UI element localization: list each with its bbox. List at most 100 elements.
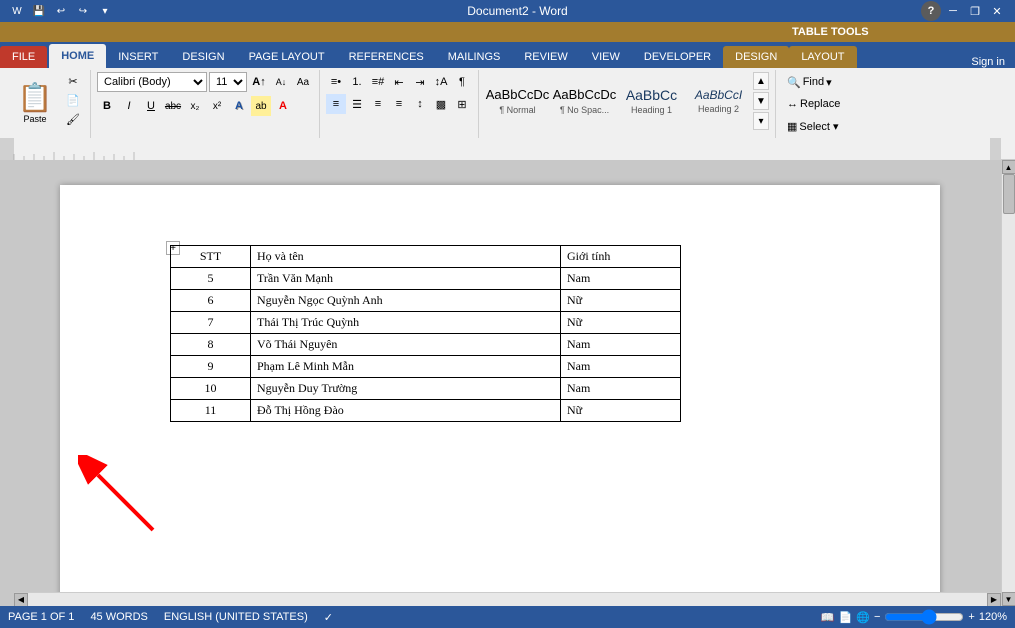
subscript-button[interactable]: x₂ [185,96,205,116]
tab-references[interactable]: REFERENCES [337,46,436,68]
show-formatting-button[interactable]: ¶ [452,72,472,92]
styles-expand[interactable]: ▾ [753,112,769,130]
scrollbar-track-v[interactable] [1002,174,1015,592]
zoom-level[interactable]: 120% [979,611,1007,623]
table-cell: Nữ [561,312,681,334]
paste-button[interactable]: 📋 Paste [10,72,60,132]
table-cell: Nam [561,378,681,400]
cut-button[interactable]: ✂ [62,72,84,90]
table-cell: 9 [171,356,251,378]
tab-table-design[interactable]: DESIGN [723,46,789,68]
format-painter-button[interactable]: 🖌 [62,110,84,128]
clear-formatting-button[interactable]: Aa [293,72,313,92]
tab-table-layout[interactable]: LAYOUT [789,46,856,68]
find-button[interactable]: 🔍 Find ▾ [782,72,837,92]
quick-access-more-icon[interactable]: ▾ [96,2,114,20]
style-heading1[interactable]: AaBbCc Heading 1 [619,72,684,130]
header-stt: STT [171,246,251,268]
zoom-slider-input[interactable] [884,609,964,625]
select-button[interactable]: ▦ Select ▾ [782,116,844,136]
zoom-out-button[interactable]: − [874,611,880,623]
align-center-button[interactable]: ☰ [347,94,367,114]
styles-scroll-down[interactable]: ▼ [753,92,769,110]
replace-button[interactable]: ↔ Replace [782,94,845,114]
grow-font-button[interactable]: A↑ [249,72,269,92]
bold-button[interactable]: B [97,96,117,116]
align-right-button[interactable]: ≡ [368,94,388,114]
read-mode-icon[interactable]: 📖 [821,611,835,624]
font-family-select[interactable]: Calibri (Body) [97,72,207,92]
table-cell: 7 [171,312,251,334]
bullets-button[interactable]: ≡• [326,72,346,92]
superscript-button[interactable]: x² [207,96,227,116]
table-cell: Nguyễn Ngọc Quỳnh Anh [251,290,561,312]
scrollbar-thumb-v[interactable] [1003,174,1015,214]
document-page[interactable]: + STT Họ và tên Giới tính 5Trần Văn Mạnh… [60,185,940,605]
justify-button[interactable]: ≡ [389,94,409,114]
tab-file[interactable]: FILE [0,46,47,68]
word-logo-icon: W [8,2,26,20]
tab-home[interactable]: HOME [49,44,106,68]
italic-button[interactable]: I [119,96,139,116]
shrink-font-button[interactable]: A↓ [271,72,291,92]
borders-button[interactable]: ⊞ [452,94,472,114]
style-normal[interactable]: AaBbCcDc ¶ Normal [485,72,550,130]
undo-icon[interactable]: ↩ [52,2,70,20]
header-gender: Giới tính [561,246,681,268]
table-row: 7Thái Thị Trúc QuỳnhNữ [171,312,681,334]
tab-view[interactable]: VIEW [580,46,632,68]
find-dropdown-icon: ▾ [826,76,832,89]
close-button[interactable]: ✕ [987,3,1007,19]
minimize-button[interactable]: ─ [943,3,963,19]
line-spacing-button[interactable]: ↕ [410,94,430,114]
title-bar: W 💾 ↩ ↪ ▾ Document2 - Word ? ─ ❐ ✕ [0,0,1015,22]
underline-button[interactable]: U [141,96,161,116]
scroll-left-button[interactable]: ◀ [14,593,28,607]
align-left-button[interactable]: ≡ [326,94,346,114]
scroll-right-button[interactable]: ▶ [987,593,1001,607]
style-heading2-label: Heading 2 [698,104,739,114]
table-cell: 11 [171,400,251,422]
scroll-up-button[interactable]: ▲ [1002,160,1015,174]
sort-button[interactable]: ↕A [431,72,451,92]
tab-developer[interactable]: DEVELOPER [632,46,723,68]
tab-design[interactable]: DESIGN [170,46,236,68]
help-button[interactable]: ? [921,1,941,21]
scrollbar-horizontal[interactable]: ◀ ▶ [14,592,1001,606]
strikethrough-button[interactable]: abc [163,96,183,116]
scrollbar-track-h[interactable] [28,593,987,607]
web-layout-icon[interactable]: 🌐 [856,611,870,624]
table-cell: Võ Thái Nguyên [251,334,561,356]
restore-button[interactable]: ❐ [965,3,985,19]
redo-icon[interactable]: ↪ [74,2,92,20]
window-title: Document2 - Word [114,4,921,18]
style-no-spacing[interactable]: AaBbCcDc ¶ No Spac... [552,72,617,130]
print-layout-icon[interactable]: 📄 [839,611,853,624]
style-heading2[interactable]: AaBbCcI Heading 2 [686,72,751,130]
multilevel-list-button[interactable]: ≡# [368,72,388,92]
tab-page-layout[interactable]: PAGE LAYOUT [237,46,337,68]
copy-button[interactable]: 📄 [62,91,84,109]
status-bar: PAGE 1 OF 1 45 WORDS ENGLISH (UNITED STA… [0,606,1015,628]
tab-review[interactable]: REVIEW [512,46,579,68]
ruler-svg [0,138,1001,160]
horizontal-ruler [0,138,1015,160]
numbering-button[interactable]: 1. [347,72,367,92]
increase-indent-button[interactable]: ⇥ [410,72,430,92]
scrollbar-vertical[interactable]: ▲ ▼ [1001,160,1015,606]
replace-icon: ↔ [787,98,798,110]
highlight-button[interactable]: ab [251,96,271,116]
tab-mailings[interactable]: MAILINGS [436,46,513,68]
font-size-select[interactable]: 11 [209,72,247,92]
tab-insert[interactable]: INSERT [106,46,170,68]
save-icon[interactable]: 💾 [30,2,48,20]
decrease-indent-button[interactable]: ⇤ [389,72,409,92]
text-effects-button[interactable]: A [229,96,249,116]
style-normal-preview: AaBbCcDc [486,87,550,103]
signin-button[interactable]: Sign in [961,56,1015,68]
scroll-down-button[interactable]: ▼ [1002,592,1015,606]
styles-scroll-up[interactable]: ▲ [753,72,769,90]
zoom-in-button[interactable]: + [968,611,974,623]
shading-button[interactable]: ▩ [431,94,451,114]
font-color-button[interactable]: A [273,96,293,116]
